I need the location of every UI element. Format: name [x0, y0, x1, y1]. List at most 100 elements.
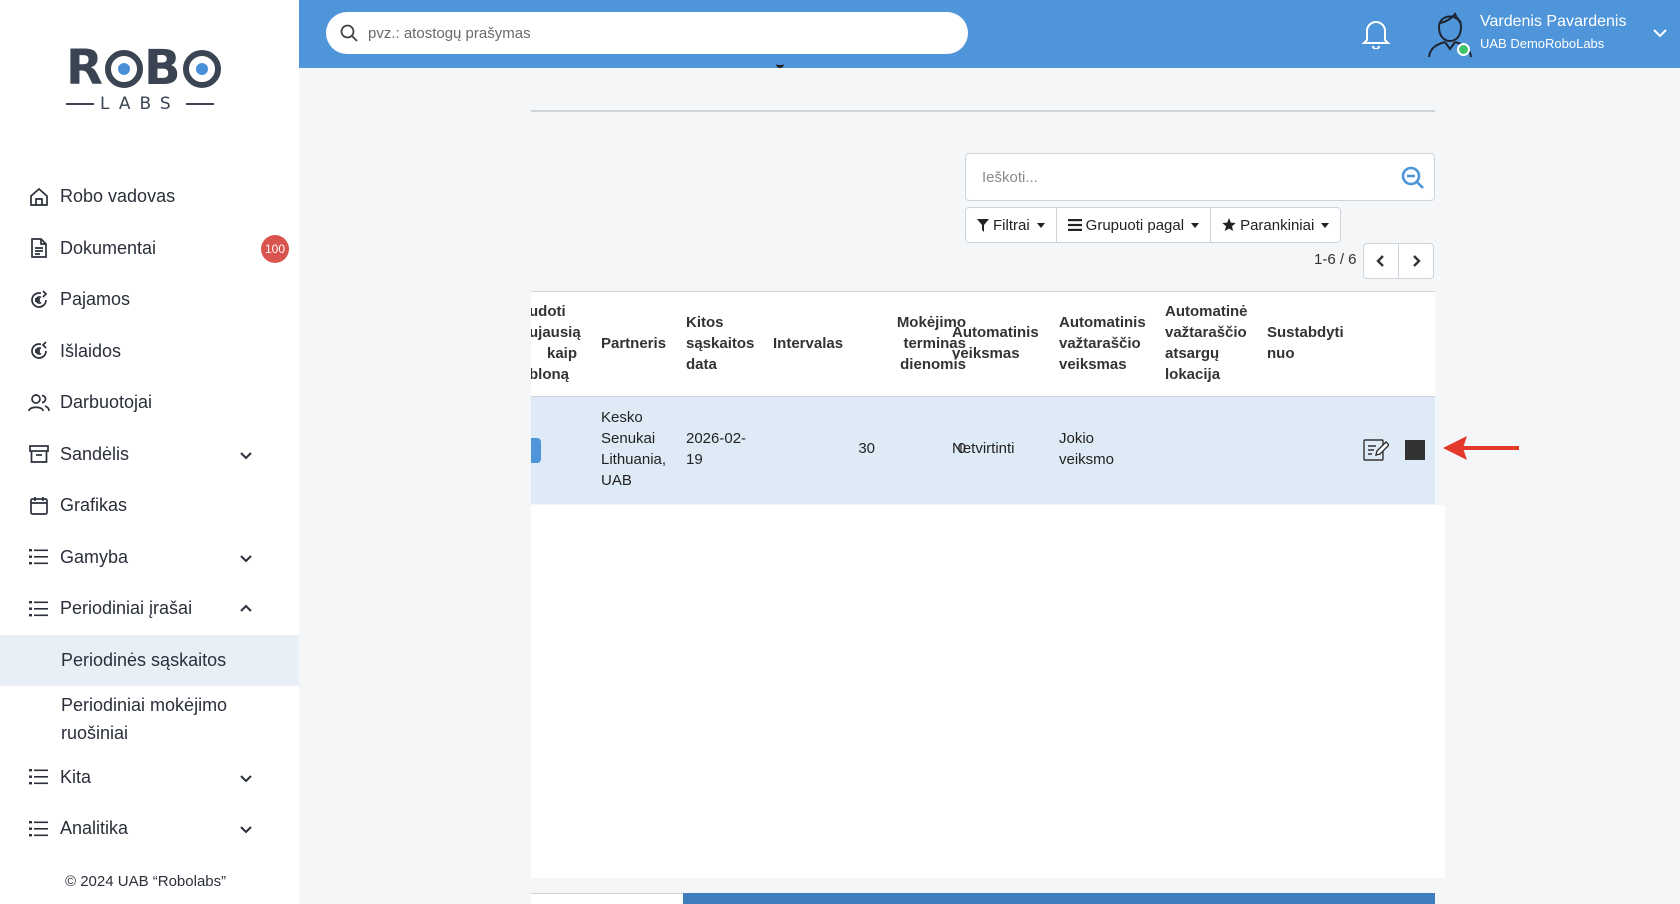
column-header-payment-term[interactable]: Mokėjimo terminas dienomis [862, 312, 966, 375]
chevron-down-icon [240, 554, 252, 562]
copyright-text: © 2024 UAB “Robolabs” [65, 873, 227, 890]
favorites-button[interactable]: Parankiniai [1210, 207, 1342, 243]
chevron-down-icon [240, 451, 252, 459]
euro-expense-icon [28, 340, 50, 362]
column-header-interval[interactable]: Intervalas [773, 333, 843, 354]
favorites-label: Parankiniai [1240, 216, 1315, 234]
sidebar-item-grafikas[interactable]: Grafikas [0, 480, 299, 532]
chevron-down-icon [240, 826, 252, 834]
pager-counter: 1-6 / 6 [1314, 251, 1357, 268]
column-header-use-template[interactable]: udoti ujausią kaip bloną [531, 301, 581, 385]
logo-subtitle: LABS [66, 94, 226, 114]
global-search-input[interactable] [368, 24, 928, 42]
column-header-next-invoice-date[interactable]: Kitos sąskaitos data [686, 312, 754, 375]
cell-auto-action: Netvirtinti [952, 440, 1015, 457]
document-icon [28, 237, 50, 259]
filters-button[interactable]: Filtrai [965, 207, 1057, 243]
sidebar-subitem-periodiniai-mokejimo-ruosiniai[interactable]: Periodiniai mokėjimo ruošiniai [0, 686, 299, 752]
user-name[interactable]: Vardenis Pavardenis [1480, 13, 1626, 31]
star-icon [1222, 218, 1236, 231]
sidebar-item-label: Sandėlis [60, 443, 130, 464]
filter-icon [977, 218, 989, 232]
chevron-right-icon [1413, 255, 1421, 267]
sidebar-item-label: Grafikas [60, 495, 128, 516]
sidebar-item-label: Išlaidos [60, 340, 122, 361]
list-icon [28, 598, 50, 620]
footer-tab [531, 893, 683, 904]
sidebar-item-islaidos[interactable]: Išlaidos [0, 326, 299, 378]
chevron-down-icon[interactable] [1651, 24, 1669, 42]
column-header-auto-waybill-action[interactable]: Automatinis važtaraščio veiksmas [1059, 312, 1146, 375]
cell-next-invoice-date: 2026-02- 19 [686, 430, 747, 468]
sidebar-item-darbuotojai[interactable]: Darbuotojai [0, 377, 299, 429]
global-search[interactable] [326, 12, 968, 54]
sidebar-item-periodiniai-irasai[interactable]: Periodiniai įrašai [0, 583, 299, 635]
sidebar: RB LABS Robo vadovas Dokumentai 100 Paja… [0, 0, 299, 904]
divider [531, 110, 1435, 112]
list-controls: Filtrai Grupuoti pagal Parankiniai [965, 207, 1342, 243]
edit-icon[interactable] [1363, 436, 1389, 462]
list-icon [28, 818, 50, 840]
bars-icon [1067, 219, 1082, 231]
users-icon [28, 392, 50, 414]
sidebar-item-label: Pajamos [60, 289, 131, 310]
next-page-button[interactable] [1398, 243, 1434, 279]
robolabs-logo[interactable]: RB LABS [66, 44, 226, 124]
footer-bar [683, 893, 1435, 904]
sidebar-item-label: Robo vadovas [60, 186, 176, 207]
sidebar-item-sandelis[interactable]: Sandėlis [0, 429, 299, 481]
column-header-paused-from[interactable]: Sustabdyti nuo [1267, 322, 1344, 364]
chevron-up-icon [240, 604, 252, 612]
list-search[interactable] [965, 153, 1435, 201]
archive-icon [28, 443, 50, 465]
previous-page-button[interactable] [1363, 243, 1399, 279]
subitem-label-line: ruošiniai [61, 722, 129, 743]
list-icon [28, 766, 50, 788]
home-icon [28, 186, 50, 208]
sidebar-nav: Robo vadovas Dokumentai 100 Pajamos Išla… [0, 171, 299, 855]
group-by-button[interactable]: Grupuoti pagal [1055, 207, 1212, 243]
stop-icon[interactable] [1405, 440, 1425, 460]
list-icon [28, 546, 50, 568]
sidebar-item-label: Gamyba [60, 546, 129, 567]
search-icon[interactable] [1400, 165, 1426, 191]
sidebar-item-label: Dokumentai [60, 237, 157, 258]
list-search-input[interactable] [982, 168, 1382, 186]
sidebar-item-label: Kita [60, 766, 92, 787]
subitem-label-line: Periodiniai mokėjimo [61, 694, 228, 715]
sidebar-item-gamyba[interactable]: Gamyba [0, 532, 299, 584]
table-empty-area [531, 505, 1445, 878]
cell-interval: 30 [858, 440, 875, 457]
filters-label: Filtrai [993, 216, 1030, 234]
red-arrow-annotation [1443, 436, 1519, 460]
sidebar-item-label: Periodiniai įrašai [60, 598, 193, 619]
column-header-partner[interactable]: Partneris [601, 333, 666, 354]
table-row[interactable]: Kesko Senukai Lithuania, UAB 2026-02- 19… [531, 396, 1435, 504]
online-status-dot [1457, 43, 1470, 56]
sidebar-item-kita[interactable]: Kita [0, 752, 299, 804]
sidebar-item-label: Analitika [60, 818, 129, 839]
cell-partner: Kesko Senukai Lithuania, UAB [601, 409, 667, 489]
sidebar-item-label: Darbuotojai [60, 392, 153, 413]
bell-icon[interactable] [1361, 17, 1391, 49]
cell-payment-term: 0 [957, 440, 966, 457]
sidebar-subitem-periodines-saskaitos[interactable]: Periodinės sąskaitos [0, 634, 299, 686]
chevron-down-icon [240, 774, 252, 782]
search-icon [340, 24, 358, 42]
column-header-auto-stock-location[interactable]: Automatinė važtaraščio atsargų lokacija [1165, 301, 1248, 385]
sidebar-item-robo-vadovas[interactable]: Robo vadovas [0, 171, 299, 223]
sidebar-item-dokumentai[interactable]: Dokumentai 100 [0, 223, 299, 275]
euro-income-icon [28, 289, 50, 311]
group-by-label: Grupuoti pagal [1085, 216, 1185, 234]
sidebar-item-pajamos[interactable]: Pajamos [0, 274, 299, 326]
chevron-left-icon [1376, 255, 1384, 267]
cell-auto-waybill-action: Jokio veiksmo [1059, 430, 1115, 468]
column-header-auto-action[interactable]: Automatinis veiksmas [952, 322, 1039, 364]
top-bar: Vardenis Pavardenis UAB DemoRoboLabs [299, 0, 1680, 68]
sidebar-item-analitika[interactable]: Analitika [0, 803, 299, 855]
logo-mark: RB [66, 44, 226, 92]
recurring-invoices-table: udoti ujausią kaip bloną Partneris Kitos… [531, 291, 1435, 504]
use-template-checkbox[interactable] [531, 438, 541, 463]
calendar-icon [28, 495, 50, 517]
user-company: UAB DemoRoboLabs [1480, 36, 1605, 51]
